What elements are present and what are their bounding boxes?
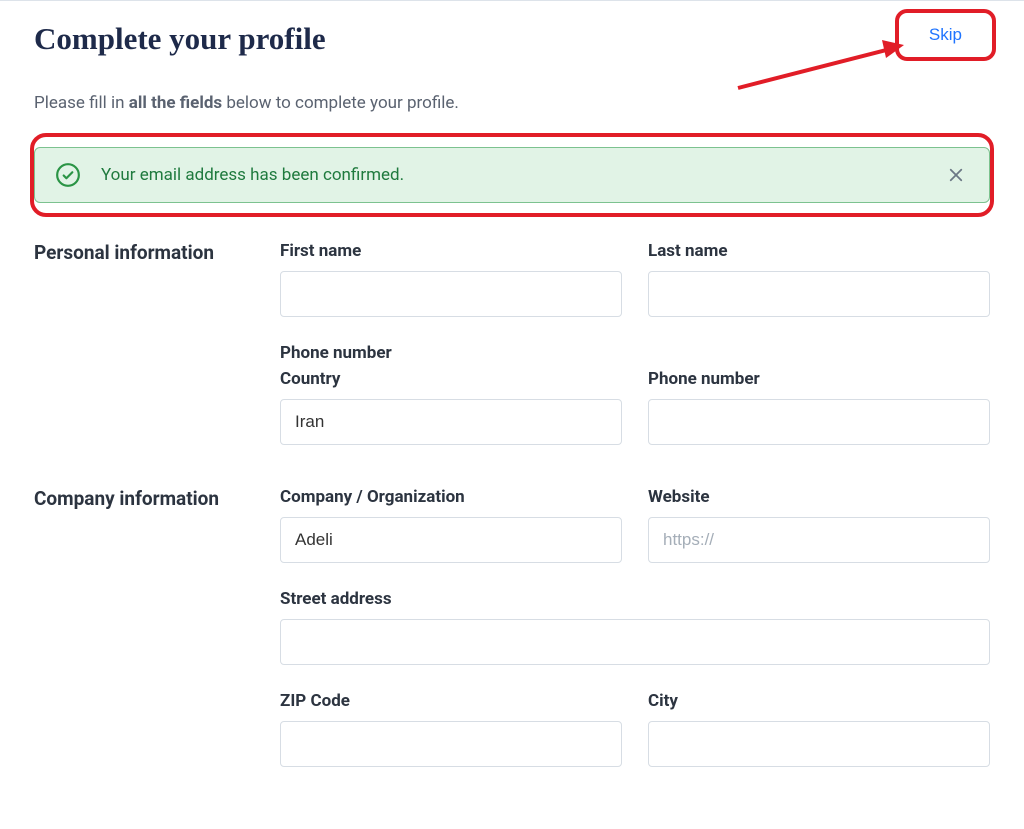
website-input[interactable]: [648, 517, 990, 563]
city-input[interactable]: [648, 721, 990, 767]
company-label: Company / Organization: [280, 487, 622, 507]
subheading: Please fill in all the fields below to c…: [34, 93, 990, 113]
company-input[interactable]: [280, 517, 622, 563]
phone-group-label: Phone number: [280, 343, 990, 363]
subheading-bold: all the fields: [129, 93, 222, 113]
street-address-input[interactable]: [280, 619, 990, 665]
first-name-label: First name: [280, 241, 622, 261]
zip-code-input[interactable]: [280, 721, 622, 767]
last-name-input[interactable]: [648, 271, 990, 317]
country-label: Country: [280, 369, 622, 389]
success-alert: Your email address has been confirmed.: [34, 147, 990, 203]
city-label: City: [648, 691, 990, 711]
phone-number-label: Phone number: [648, 369, 990, 389]
close-alert-button[interactable]: [943, 162, 969, 188]
website-label: Website: [648, 487, 990, 507]
street-address-label: Street address: [280, 589, 990, 609]
zip-code-label: ZIP Code: [280, 691, 622, 711]
alert-message: Your email address has been confirmed.: [101, 165, 943, 185]
close-icon: [947, 166, 965, 184]
last-name-label: Last name: [648, 241, 990, 261]
country-input[interactable]: [280, 399, 622, 445]
skip-button[interactable]: Skip: [901, 15, 990, 55]
section-title-personal: Personal information: [34, 241, 280, 445]
check-circle-icon: [55, 162, 81, 188]
subheading-prefix: Please fill in: [34, 93, 129, 113]
first-name-input[interactable]: [280, 271, 622, 317]
subheading-suffix: below to complete your profile.: [222, 93, 459, 113]
section-title-company: Company information: [34, 487, 280, 767]
phone-number-input[interactable]: [648, 399, 990, 445]
page-title: Complete your profile: [34, 21, 326, 57]
